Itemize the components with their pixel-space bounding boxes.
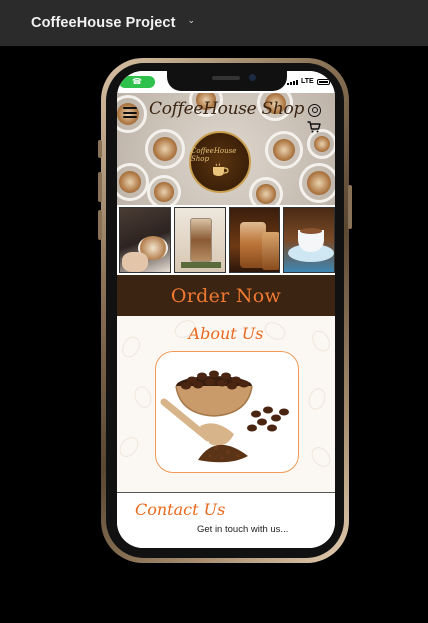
coffee-cup-image — [117, 163, 149, 201]
phone-volume-up-button — [98, 172, 102, 202]
about-section: About Us — [117, 316, 335, 492]
app-header: CoffeeHouse Project ⌄ — [0, 0, 428, 46]
coffee-cup-image — [265, 131, 303, 169]
contact-section: Contact Us Get in touch with us... — [117, 493, 335, 548]
front-camera — [249, 74, 256, 81]
contact-subtitle: Get in touch with us... — [197, 524, 289, 535]
coffee-beans-and-ground-coffee-image — [160, 370, 289, 463]
order-now-banner[interactable]: Order Now — [117, 275, 335, 316]
coffee-cup-image — [145, 129, 185, 169]
shopping-cart-icon[interactable] — [307, 121, 321, 133]
coffee-cup-image — [299, 163, 335, 203]
phone-side-button — [98, 140, 102, 158]
coffee-bean-pattern-icon — [131, 383, 155, 411]
status-bar: ☎ LTE — [117, 71, 335, 93]
battery-icon — [317, 79, 330, 85]
coffee-bean-pattern-icon — [117, 433, 143, 461]
hero-banner: CoffeeHouse Shop CoffeeHouse Shop — [117, 93, 335, 205]
hamburger-menu-icon[interactable] — [123, 107, 137, 118]
espresso-cup-thumbnail[interactable] — [283, 207, 335, 273]
coffee-cup-icon — [213, 163, 229, 176]
coffee-cup-image — [307, 129, 335, 159]
chevron-down-icon[interactable]: ⌄ — [188, 16, 196, 26]
about-us-heading: About Us — [188, 324, 264, 343]
product-thumbnail-strip — [117, 207, 335, 273]
logo-text: CoffeeHouse Shop — [191, 147, 237, 163]
coffee-cup-image — [249, 177, 283, 205]
order-now-button[interactable]: Order Now — [171, 285, 281, 307]
shop-logo: CoffeeHouse Shop — [189, 131, 251, 193]
coffee-bean-pattern-icon — [307, 443, 335, 471]
network-type: LTE — [301, 78, 314, 85]
phone-call-icon[interactable]: ☎ — [119, 76, 155, 88]
project-title[interactable]: CoffeeHouse Project — [31, 15, 176, 31]
phone-screen: ☎ LTE CoffeeHouse Shop CoffeeHouse Shop … — [117, 71, 335, 548]
contact-us-heading: Contact Us — [135, 500, 226, 519]
phone-power-button — [348, 185, 352, 229]
coffee-cup-image — [147, 175, 181, 205]
coffee-bean-pattern-icon — [305, 385, 329, 413]
user-account-icon[interactable] — [308, 104, 321, 117]
phone-volume-down-button — [98, 210, 102, 240]
signal-strength-icon — [287, 80, 298, 85]
site-brand[interactable]: CoffeeHouse Shop — [149, 99, 304, 119]
cold-brew-thumbnail[interactable] — [228, 207, 281, 273]
phone-notch — [167, 71, 287, 91]
about-image-card — [155, 351, 299, 473]
latte-art-thumbnail[interactable] — [119, 207, 171, 273]
speaker-grille — [212, 76, 240, 80]
iced-latte-thumbnail[interactable] — [173, 207, 226, 273]
